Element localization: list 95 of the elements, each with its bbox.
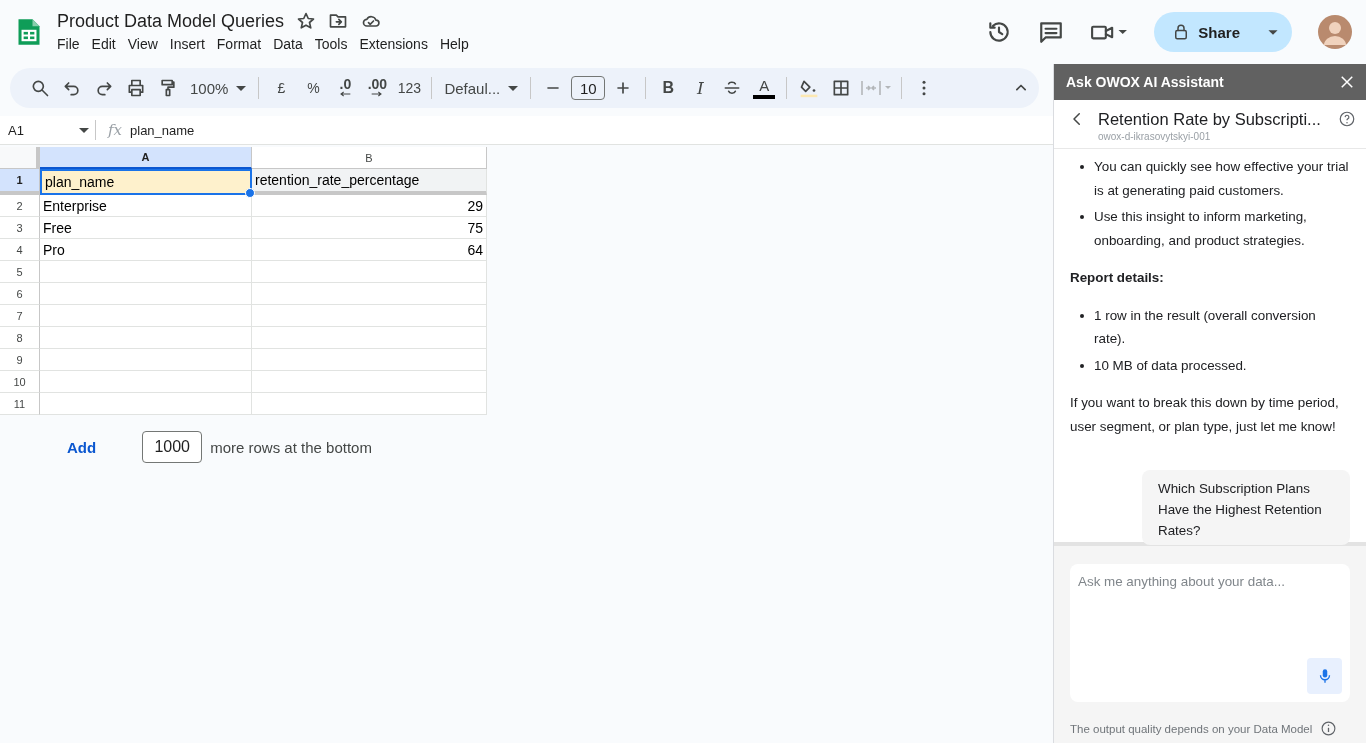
mic-button[interactable]	[1307, 658, 1342, 694]
row-header[interactable]: 6	[0, 283, 40, 305]
fill-color-icon[interactable]	[799, 78, 820, 98]
table-cell[interactable]: retention_rate_percentage	[252, 169, 487, 195]
menu-item[interactable]: View	[121, 33, 164, 55]
panel-title: Ask OWOX AI Assistant	[1066, 74, 1224, 90]
table-cell[interactable]: plan_name	[40, 169, 252, 195]
bullet-icon	[1080, 165, 1084, 169]
bullet-text: 1 row in the result (overall conversion rate).	[1094, 306, 1317, 348]
info-icon[interactable]	[1320, 720, 1338, 737]
table-cell[interactable]	[40, 283, 252, 305]
table-cell[interactable]	[252, 305, 487, 327]
bullet-icon	[1080, 215, 1084, 219]
formula-label: fx	[108, 121, 122, 139]
menu-item[interactable]: Insert	[163, 33, 211, 55]
message-text: If you want to break this down by time period, user segment, or plan type, just let me know!	[1070, 394, 1340, 436]
menu-item[interactable]: Extensions	[353, 33, 434, 55]
row-header[interactable]: 2	[0, 195, 40, 217]
row-header[interactable]: 11	[0, 393, 40, 415]
menu-item[interactable]: Help	[433, 33, 475, 55]
table-cell[interactable]	[252, 371, 487, 393]
help-icon[interactable]	[1338, 110, 1356, 128]
decimal-button[interactable]: .0	[329, 73, 362, 103]
bullet-icon	[1080, 363, 1084, 368]
row-header[interactable]: 9	[0, 349, 40, 371]
table-cell[interactable]: 29	[252, 195, 487, 217]
column-header[interactable]: A	[40, 147, 252, 169]
paint-format-icon[interactable]	[158, 78, 178, 98]
formula-field[interactable]: plan_name	[130, 122, 195, 138]
row-header[interactable]: 10	[0, 371, 40, 393]
italic-button[interactable]: I	[684, 73, 717, 103]
star-icon[interactable]	[296, 11, 317, 31]
table-cell[interactable]	[40, 349, 252, 371]
add-rows-button[interactable]: Add	[67, 438, 97, 456]
name-box[interactable]: A1	[0, 120, 96, 140]
table-cell[interactable]: Enterprise	[40, 195, 252, 217]
row-count-field[interactable]: 1000	[142, 431, 203, 463]
bullet-text: Use this insight to inform marketing, onboarding, and product strategies.	[1094, 208, 1308, 250]
format-button[interactable]: 123	[393, 73, 426, 103]
table-cell[interactable]: Pro	[40, 239, 252, 261]
table-cell[interactable]	[252, 393, 487, 415]
menu-item[interactable]: File	[51, 33, 86, 55]
close-icon[interactable]	[1338, 73, 1356, 91]
row-header[interactable]: 7	[0, 305, 40, 327]
table-cell[interactable]	[40, 305, 252, 327]
user-message: Which Subscription Plans Have the Highest Retention Rates?	[1142, 470, 1350, 545]
font-size-field[interactable]: 10	[571, 76, 606, 100]
caret-icon	[508, 85, 519, 91]
document-title[interactable]: Product Data Model Queries	[57, 9, 285, 33]
caret-icon	[236, 85, 247, 91]
borders-icon[interactable]	[831, 78, 852, 98]
table-cell[interactable]	[252, 327, 487, 349]
dropdown[interactable]: Defaul...	[438, 73, 525, 103]
format-button[interactable]: £	[265, 73, 298, 103]
format-button[interactable]: %	[297, 73, 330, 103]
row-header[interactable]: 8	[0, 327, 40, 349]
search-icon[interactable]	[30, 78, 50, 98]
menu-item[interactable]: Tools	[308, 33, 354, 55]
chat-input-field[interactable]: Ask me anything about your data...	[1078, 574, 1342, 654]
menu-item[interactable]: Edit	[85, 33, 122, 55]
dropdown[interactable]: 100%	[184, 73, 253, 103]
row-header[interactable]: 4	[0, 239, 40, 261]
decimal-button[interactable]: .00	[361, 73, 394, 103]
text-color-button[interactable]: A	[748, 73, 781, 103]
table-cell[interactable]	[252, 283, 487, 305]
section-heading: Report details:	[1070, 269, 1165, 287]
caret-icon	[79, 127, 89, 133]
print-icon[interactable]	[126, 78, 146, 98]
table-cell[interactable]	[252, 349, 487, 371]
table-cell[interactable]: 75	[252, 217, 487, 239]
footer-note: The output quality depends on your Data Model	[1070, 722, 1313, 735]
row-header[interactable]: 5	[0, 261, 40, 283]
menu-item[interactable]: Data	[267, 33, 309, 55]
table-cell[interactable]	[252, 261, 487, 283]
table-cell[interactable]	[40, 371, 252, 393]
row-header[interactable]: 3	[0, 217, 40, 239]
menu-item[interactable]: Format	[210, 33, 268, 55]
bold-button[interactable]: B	[652, 73, 685, 103]
table-cell[interactable]: Free	[40, 217, 252, 239]
table-cell[interactable]: 64	[252, 239, 487, 261]
table-cell[interactable]	[40, 261, 252, 283]
bullet-icon	[1080, 313, 1084, 318]
add-rows-label: more rows at the bottom	[210, 438, 372, 456]
avatar[interactable]	[1318, 15, 1352, 49]
column-header[interactable]: B	[252, 147, 487, 169]
bullet-text: You can quickly see how effective your trial is at generating paid customers.	[1094, 158, 1350, 200]
folder-icon[interactable]	[328, 11, 349, 31]
comment-icon[interactable]	[1038, 19, 1065, 45]
table-cell[interactable]	[40, 393, 252, 415]
bullet-text: 10 MB of data processed.	[1094, 356, 1248, 375]
report-title: Retention Rate by Subscripti...	[1098, 110, 1322, 129]
chat-input[interactable]: Ask me anything about your data...	[1070, 564, 1350, 702]
row-header[interactable]: 1	[0, 169, 40, 195]
table-cell[interactable]	[40, 327, 252, 349]
project-id: owox-d-ikrasovytskyi-001	[1098, 131, 1212, 142]
